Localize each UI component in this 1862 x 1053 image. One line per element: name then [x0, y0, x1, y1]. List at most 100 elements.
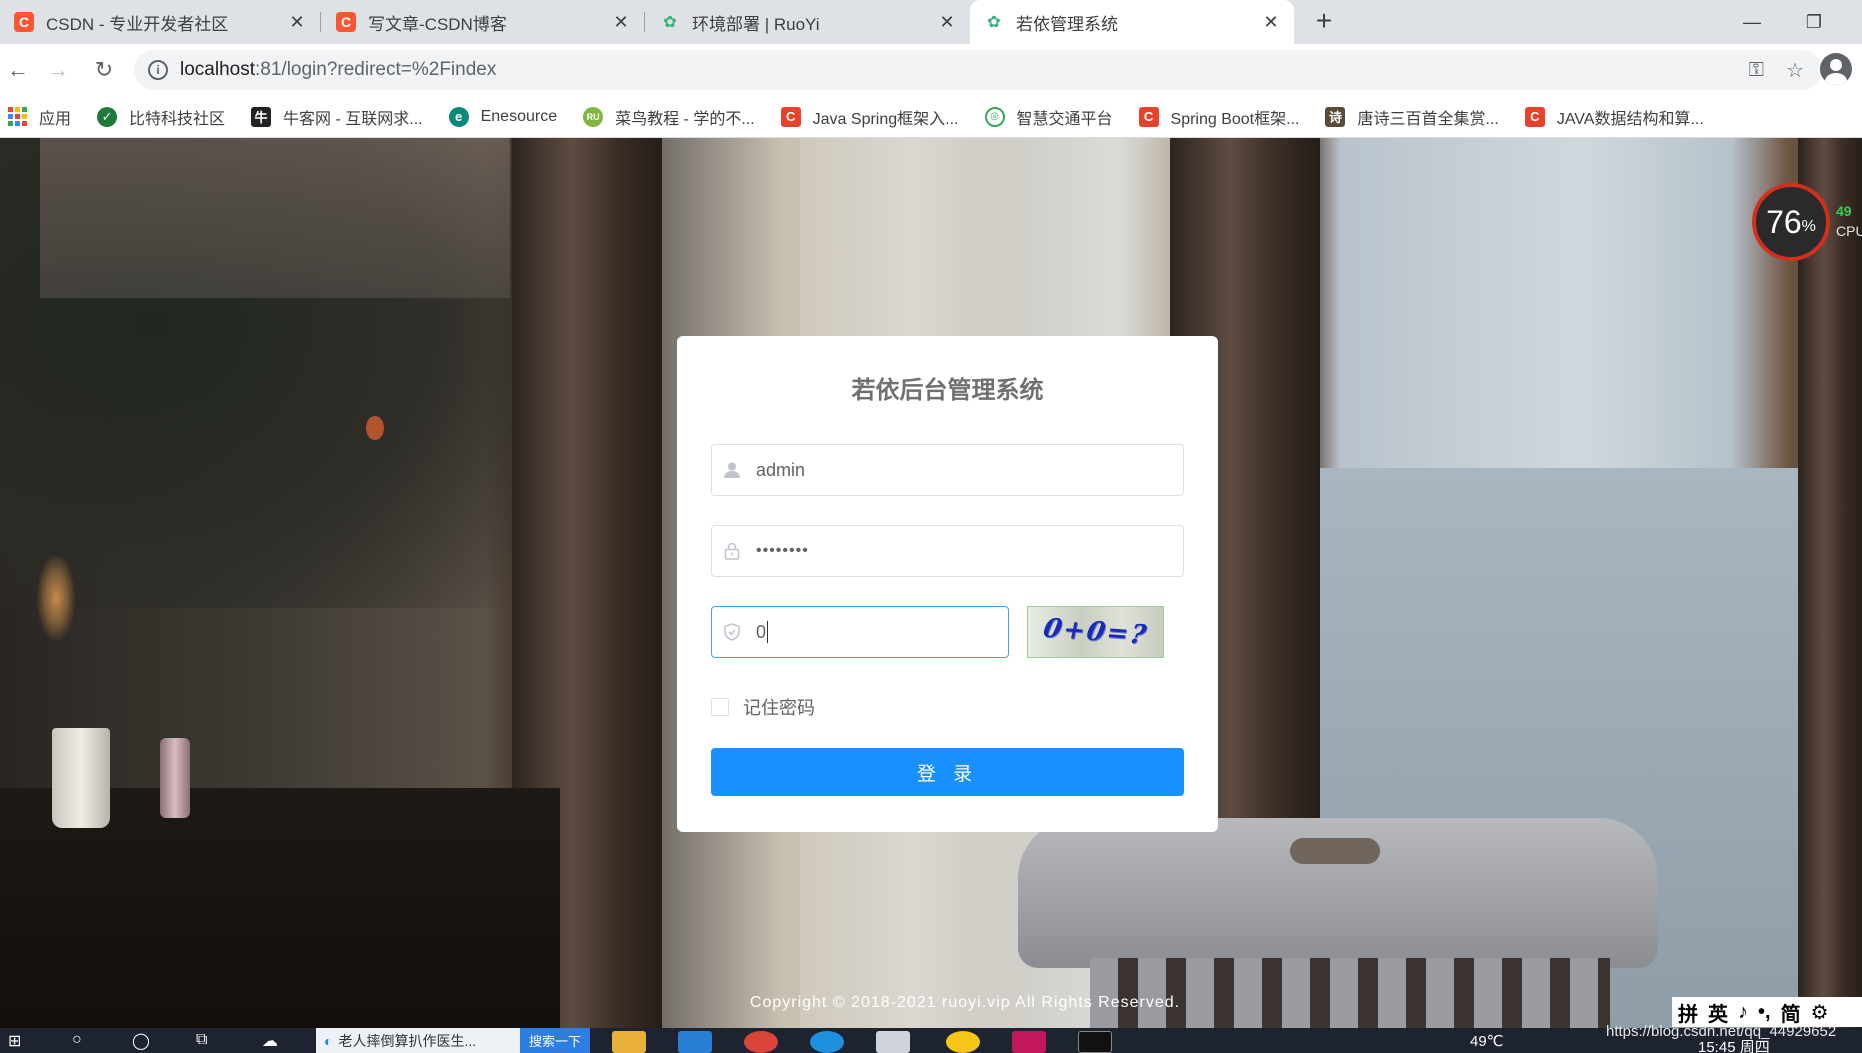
back-arrow-icon[interactable]: ← — [2, 54, 34, 86]
password-field[interactable]: •••••••• — [711, 525, 1184, 577]
shield-icon — [722, 622, 742, 642]
login-form: 若依后台管理系统 admin •••••••• 0 0+0=? 记住密码 登 录 — [677, 336, 1218, 832]
url-path: :81/login?redirect=%2Findex — [255, 59, 497, 80]
bookmark-label: 比特科技社区 — [129, 110, 226, 128]
bookmark-item[interactable]: C JAVA数据结构和算... — [1524, 105, 1704, 129]
address-bar[interactable]: i localhost:81/login?redirect=%2Findex ⚿… — [134, 50, 1822, 90]
background-photo — [366, 416, 384, 440]
bookmark-label: 菜鸟教程 - 学的不... — [615, 110, 755, 128]
tab-csdn[interactable]: C CSDN - 专业开发者社区 ✕ — [0, 0, 321, 44]
csdn-icon: C — [1524, 106, 1545, 127]
ime-punctuation-icon[interactable]: •, — [1758, 1001, 1771, 1024]
captcha-input-value: 0 — [756, 621, 767, 642]
taskbar-search-button[interactable]: 搜索一下 — [520, 1028, 590, 1053]
background-photo — [52, 728, 110, 828]
cpu-usage-ring: 76% — [1752, 183, 1830, 261]
reload-icon[interactable]: ↻ — [88, 54, 120, 86]
bookmark-apps[interactable]: 应用 — [8, 105, 71, 129]
bookmark-item[interactable]: C Spring Boot框架... — [1138, 105, 1299, 129]
star-icon[interactable]: ☆ — [1786, 50, 1804, 90]
intellij-icon[interactable] — [1012, 1031, 1046, 1053]
copyright-footer: Copyright © 2018-2021 ruoyi.vip All Righ… — [749, 994, 1181, 1011]
bookmark-item[interactable]: RU 菜鸟教程 - 学的不... — [583, 105, 755, 129]
text-cursor — [767, 621, 769, 643]
background-photo — [36, 553, 76, 643]
file-explorer-icon[interactable] — [612, 1031, 646, 1053]
csdn-icon: C — [1138, 106, 1159, 127]
browser-toolbar: ← → ↻ i localhost:81/login?redirect=%2Fi… — [0, 44, 1862, 96]
csdn-icon: C — [780, 106, 801, 127]
captcha-input[interactable]: 0 — [711, 606, 1009, 658]
bite-icon: ✓ — [97, 106, 118, 127]
bookmark-label: Enesource — [480, 107, 558, 125]
bookmark-label: 牛客网 - 互联网求... — [283, 110, 423, 128]
profile-avatar-icon[interactable] — [1820, 53, 1852, 85]
tab-title: 若依管理系统 — [1016, 14, 1118, 34]
captcha-text: 0+0=? — [1040, 613, 1151, 651]
ime-moon-icon[interactable]: ♪ — [1738, 1001, 1748, 1024]
tab-title: CSDN - 专业开发者社区 — [46, 14, 229, 34]
bookmark-item[interactable]: 诗 唐诗三百首全集赏... — [1325, 105, 1499, 129]
username-field[interactable]: admin — [711, 444, 1184, 496]
bookmark-item[interactable]: ◎ 智慧交通平台 — [984, 105, 1113, 129]
bookmark-item[interactable]: ✓ 比特科技社区 — [97, 105, 225, 129]
bookmark-item[interactable]: C Java Spring框架入... — [780, 105, 959, 129]
bookmark-label: 智慧交通平台 — [1016, 110, 1113, 128]
search-icon[interactable]: ○ — [72, 1031, 106, 1053]
mail-icon[interactable] — [678, 1031, 712, 1053]
login-page: 若依后台管理系统 admin •••••••• 0 0+0=? 记住密码 登 录… — [0, 138, 1862, 1028]
tab-ruoyi-admin[interactable]: ✿ 若依管理系统 ✕ — [970, 0, 1294, 44]
task-view-icon[interactable]: ⧉ — [196, 1031, 230, 1053]
bookmark-item[interactable]: e Enesource — [448, 106, 558, 127]
cpu-label: CPU — [1836, 223, 1862, 239]
cortana-icon[interactable]: ◯ — [132, 1031, 166, 1053]
bookmark-item[interactable]: 牛 牛客网 - 互联网求... — [251, 105, 423, 129]
csdn-favicon-icon: C — [336, 12, 356, 32]
captcha-image[interactable]: 0+0=? — [1027, 606, 1164, 658]
login-button[interactable]: 登 录 — [711, 748, 1184, 796]
username-value: admin — [756, 459, 806, 480]
key-icon[interactable]: ⚿ — [1749, 50, 1764, 90]
taskbar-browser-preview[interactable]: ◐ 老人摔倒算扒作医生... — [316, 1028, 520, 1053]
app-icon[interactable] — [946, 1031, 980, 1053]
remember-checkbox[interactable] — [711, 698, 729, 716]
restore-button[interactable]: ❐ — [1792, 4, 1836, 40]
chrome-icon[interactable] — [744, 1031, 778, 1053]
apps-grid-icon — [8, 107, 27, 126]
edge-icon: ◐ — [324, 1032, 333, 1049]
csdn-favicon-icon: C — [14, 12, 34, 32]
url-host: localhost — [180, 59, 255, 80]
edge-browser-icon[interactable] — [810, 1031, 844, 1053]
login-title: 若依后台管理系统 — [851, 377, 1044, 404]
background-photo — [1798, 138, 1862, 1028]
windows-start-icon[interactable]: ⊞ — [8, 1031, 42, 1053]
background-photo — [1290, 838, 1380, 864]
tab-ruoyi-docs[interactable]: ✿ 环境部署 | RuoYi ✕ — [646, 0, 970, 44]
ruoyi-leaf-icon: ✿ — [987, 14, 1001, 31]
close-icon[interactable]: ✕ — [286, 11, 308, 33]
close-icon[interactable]: ✕ — [1260, 11, 1282, 33]
close-icon[interactable]: ✕ — [936, 11, 958, 33]
remember-label: 记住密码 — [743, 698, 815, 718]
minimize-button[interactable]: — — [1730, 4, 1774, 40]
background-photo — [40, 138, 510, 298]
site-info-icon[interactable]: i — [148, 60, 168, 80]
ime-settings-icon[interactable]: ⚙ — [1811, 1000, 1829, 1025]
store-icon[interactable] — [876, 1031, 910, 1053]
cpu-percent: 76 — [1766, 203, 1802, 240]
cpu-monitor-widget: 76% 49 CPU — [1752, 183, 1862, 261]
forward-arrow-icon[interactable]: → — [42, 54, 74, 86]
tab-title: 环境部署 | RuoYi — [692, 14, 820, 34]
close-icon[interactable]: ✕ — [610, 11, 632, 33]
terminal-icon[interactable] — [1078, 1031, 1112, 1053]
new-tab-button[interactable]: + — [1310, 7, 1338, 36]
blog-watermark: https://blog.csdn.net/qq_44929652 — [1606, 1023, 1837, 1040]
tab-title: 写文章-CSDN博客 — [368, 14, 507, 34]
browser-tab-strip: C CSDN - 专业开发者社区 ✕ C 写文章-CSDN博客 ✕ ✿ 环境部署… — [0, 0, 1862, 44]
tab-csdn-write[interactable]: C 写文章-CSDN博客 ✕ — [322, 0, 645, 44]
wechat-icon[interactable]: ☁ — [262, 1031, 296, 1053]
runoob-icon: RU — [583, 106, 604, 127]
tab-separator — [320, 12, 321, 32]
traffic-icon: ◎ — [984, 106, 1005, 127]
remember-password[interactable]: 记住密码 — [711, 694, 815, 720]
